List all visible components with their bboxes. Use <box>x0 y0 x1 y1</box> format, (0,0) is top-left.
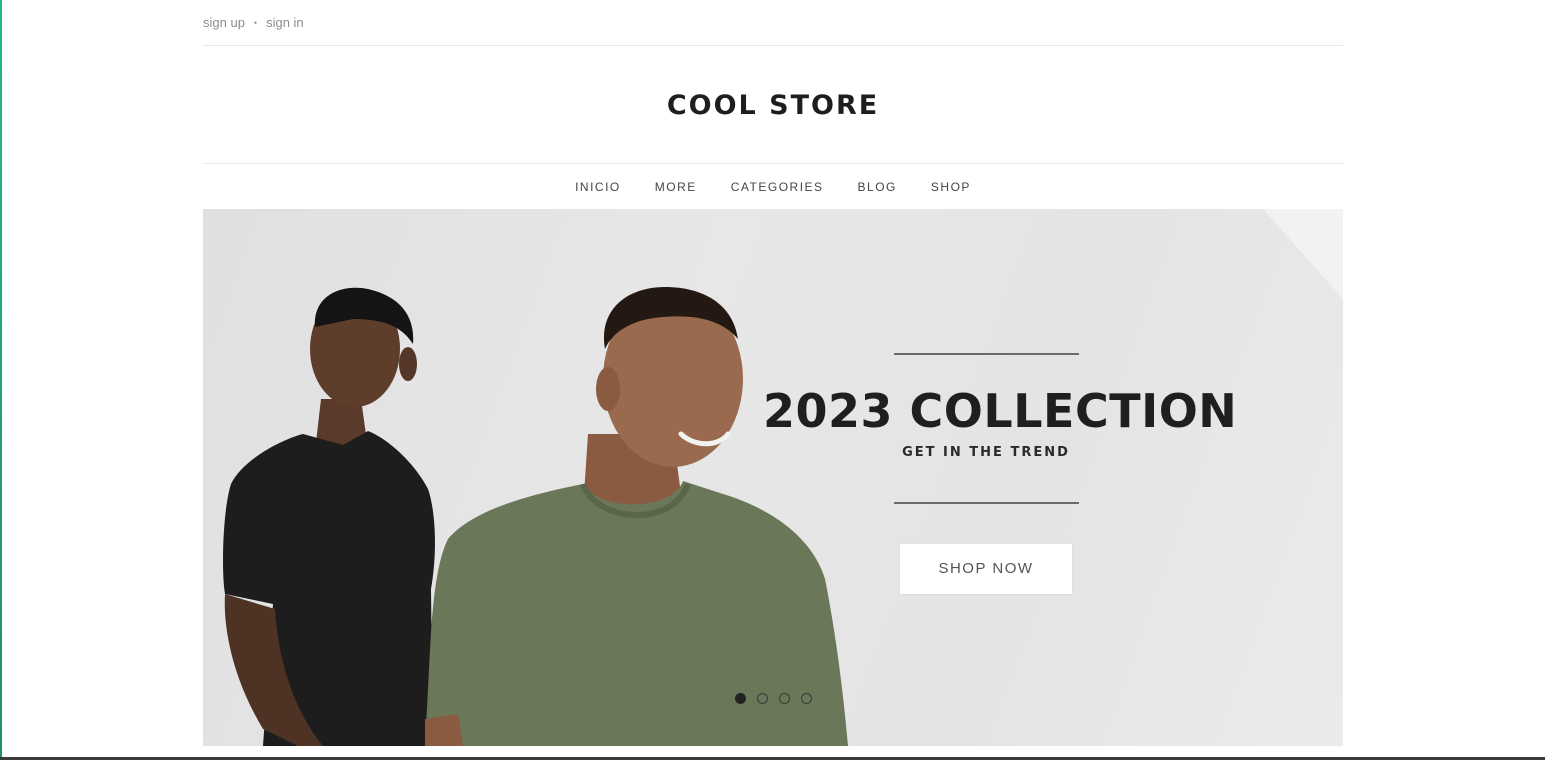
nav-item-inicio[interactable]: INICIO <box>558 180 638 194</box>
window-left-edge <box>0 0 2 760</box>
hero-top-rule <box>893 353 1079 355</box>
slider-dot-1[interactable] <box>735 693 746 704</box>
nav-item-categories[interactable]: CATEGORIES <box>714 180 841 194</box>
slider-dot-2[interactable] <box>757 693 768 704</box>
separator-dot: • <box>253 17 258 28</box>
hero-bottom-rule <box>893 502 1079 504</box>
header-logo-area: COOL STORE <box>203 46 1343 164</box>
hero-slider[interactable]: 2023 COLLECTION GET IN THE TREND SHOP NO… <box>203 209 1343 746</box>
sign-up-link[interactable]: sign up <box>203 15 245 30</box>
shop-now-button[interactable]: SHOP NOW <box>900 544 1072 594</box>
page: sign up • sign in COOL STORE INICIO MORE… <box>0 0 1545 760</box>
store-logo[interactable]: COOL STORE <box>667 90 879 121</box>
nav-item-shop[interactable]: SHOP <box>914 180 988 194</box>
sign-in-link[interactable]: sign in <box>266 15 304 30</box>
top-account-bar: sign up • sign in <box>203 0 1343 46</box>
hero-caption: 2023 COLLECTION GET IN THE TREND SHOP NO… <box>763 353 1238 594</box>
hero-subtitle: GET IN THE TREND <box>902 445 1070 460</box>
slider-dot-3[interactable] <box>779 693 790 704</box>
nav-item-more[interactable]: MORE <box>638 180 714 194</box>
nav-item-blog[interactable]: BLOG <box>841 180 914 194</box>
slider-dot-4[interactable] <box>801 693 812 704</box>
model-black-tshirt <box>223 287 435 746</box>
main-nav: INICIO MORE CATEGORIES BLOG SHOP <box>203 164 1343 209</box>
slider-pagination <box>735 693 812 704</box>
hero-title: 2023 COLLECTION <box>763 384 1238 438</box>
